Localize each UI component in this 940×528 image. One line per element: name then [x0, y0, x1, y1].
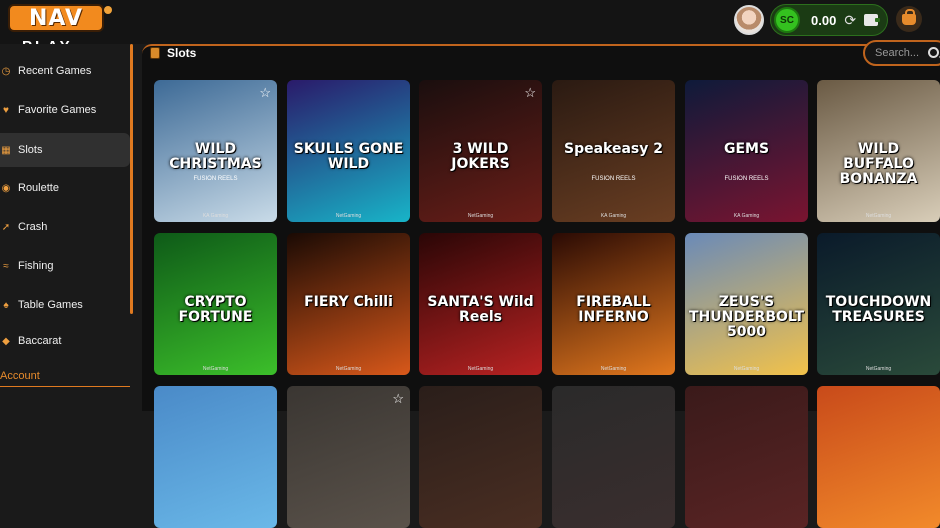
game-tile[interactable] [552, 386, 675, 528]
game-title: ZEUS'S THUNDERBOLT 5000 [689, 294, 805, 340]
slot-machine-icon [150, 47, 160, 59]
search-icon[interactable] [928, 47, 939, 58]
game-subtitle: FUSION REELS [193, 176, 238, 182]
shop-button[interactable] [896, 6, 922, 32]
game-provider: NetGaming [202, 366, 229, 372]
sidebar-scrollbar[interactable] [130, 44, 133, 314]
game-title: WILD CHRISTMAS [169, 141, 262, 172]
game-provider: NetGaming [467, 213, 494, 219]
game-tile[interactable]: GEMS FUSION REELS KA Gaming [685, 80, 808, 222]
section-title: Slots [167, 46, 197, 60]
game-title: GEMS [723, 141, 770, 157]
game-title: FIREBALL INFERNO [576, 294, 651, 325]
sidebar: ◷ Recent Games ♥ Favorite Games ▦ Slots ◉ Roule… [0, 44, 134, 411]
game-tile[interactable]: ZEUS'S THUNDERBOLT 5000 NetGaming [685, 233, 808, 375]
sidebar-item[interactable]: ▦ Slots [0, 133, 130, 167]
game-tile[interactable]: FIREBALL INFERNO NetGaming [552, 233, 675, 375]
game-tile[interactable]: CRYPTO FORTUNE NetGaming [154, 233, 277, 375]
game-provider: NetGaming [865, 213, 892, 219]
game-tile[interactable]: TOUCHDOWN TREASURES NetGaming [817, 233, 940, 375]
favorite-star-icon[interactable]: ☆ [524, 85, 536, 101]
game-provider: NetGaming [335, 213, 362, 219]
game-provider: KA Gaming [600, 213, 627, 219]
fish-icon: ≈ [3, 260, 9, 272]
roulette-icon: ◉ [1, 182, 11, 194]
clock-icon: ◷ [1, 65, 11, 77]
wallet-icon[interactable] [864, 14, 881, 26]
logo-dot [104, 6, 112, 14]
game-provider: NetGaming [865, 366, 892, 372]
game-tile[interactable]: ☆ [287, 386, 410, 528]
game-title: SKULLS GONE WILD [293, 141, 404, 172]
top-bar: NAV PLAY SC 0.00 ⟳ [0, 0, 940, 55]
sidebar-item-label: Fishing [18, 260, 54, 272]
sidebar-item-label: Baccarat [18, 335, 62, 347]
game-title: WILD BUFFALO BONANZA [839, 141, 918, 187]
game-tile[interactable]: WILD BUFFALO BONANZA NetGaming [817, 80, 940, 222]
game-provider: NetGaming [733, 366, 760, 372]
sidebar-item-label: Favorite Games [18, 104, 97, 116]
main-content: Slots Search... WILD CHRISTMAS FUSION REE… [142, 40, 940, 528]
game-tile[interactable]: 3 WILD JOKERS NetGaming ☆ [419, 80, 542, 222]
chip-icon: ◆ [2, 335, 10, 347]
search-placeholder: Search... [875, 47, 920, 59]
logo-wordmark: NAV [8, 4, 104, 32]
sidebar-item-label: Roulette [18, 182, 59, 194]
favorite-star-icon[interactable]: ☆ [259, 85, 271, 101]
account-section-label: Account [0, 370, 40, 382]
sidebar-item-label: Crash [18, 221, 48, 233]
sidebar-item[interactable]: ♥ Favorite Games [0, 93, 130, 127]
user-avatar[interactable] [734, 5, 764, 35]
game-tile[interactable]: SKULLS GONE WILD NetGaming [287, 80, 410, 222]
game-title: TOUCHDOWN TREASURES [825, 294, 932, 325]
refresh-icon[interactable]: ⟳ [844, 12, 856, 29]
sidebar-item[interactable]: ♠ Table Games [0, 288, 130, 322]
game-provider: NetGaming [600, 366, 627, 372]
game-title: CRYPTO FORTUNE [178, 294, 253, 325]
balance-pill[interactable]: SC 0.00 ⟳ [770, 4, 888, 36]
sweeps-coin-icon: SC [774, 7, 800, 33]
sidebar-item[interactable]: ≈ Fishing [0, 249, 130, 283]
balance-value: 0.00 [811, 12, 837, 28]
game-provider: NetGaming [467, 366, 494, 372]
game-tile[interactable]: FIERY Chilli NetGaming [287, 233, 410, 375]
game-title: FIERY Chilli [304, 294, 393, 310]
sidebar-item-label: Recent Games [18, 65, 92, 77]
account-divider [0, 386, 130, 387]
game-subtitle: FUSION REELS [724, 176, 769, 182]
game-tile[interactable] [419, 386, 542, 528]
sidebar-item[interactable]: ◷ Recent Games [0, 54, 130, 88]
rocket-icon: ➚ [1, 221, 11, 233]
game-tile[interactable] [154, 386, 277, 528]
game-subtitle: FUSION REELS [591, 176, 636, 182]
game-provider: NetGaming [335, 366, 362, 372]
game-provider: KA Gaming [733, 213, 760, 219]
game-tile[interactable]: WILD CHRISTMAS FUSION REELS KA Gaming ☆ [154, 80, 277, 222]
game-tile[interactable] [817, 386, 940, 528]
game-tile[interactable] [685, 386, 808, 528]
sidebar-item[interactable]: ➚ Crash [0, 210, 130, 244]
game-tile[interactable]: SANTA'S Wild Reels NetGaming [419, 233, 542, 375]
sidebar-item[interactable]: ◆ Baccarat [0, 324, 130, 358]
game-provider: KA Gaming [202, 213, 229, 219]
sidebar-item[interactable]: ◉ Roulette [0, 171, 130, 205]
shopping-bag-icon [902, 8, 916, 25]
game-title: SANTA'S Wild Reels [427, 294, 534, 325]
cards-icon: ♠ [3, 299, 9, 311]
section-header: Slots [150, 46, 196, 60]
sidebar-item-label: Slots [18, 144, 43, 156]
search-input[interactable]: Search... [863, 40, 940, 66]
slot-machine-icon: ▦ [1, 144, 11, 156]
game-tile[interactable]: Speakeasy 2 FUSION REELS KA Gaming [552, 80, 675, 222]
game-title: Speakeasy 2 [564, 141, 663, 157]
heart-icon: ♥ [3, 104, 9, 116]
favorite-star-icon[interactable]: ☆ [392, 391, 404, 407]
sidebar-item-label: Table Games [18, 299, 83, 311]
game-title: 3 WILD JOKERS [451, 141, 510, 172]
